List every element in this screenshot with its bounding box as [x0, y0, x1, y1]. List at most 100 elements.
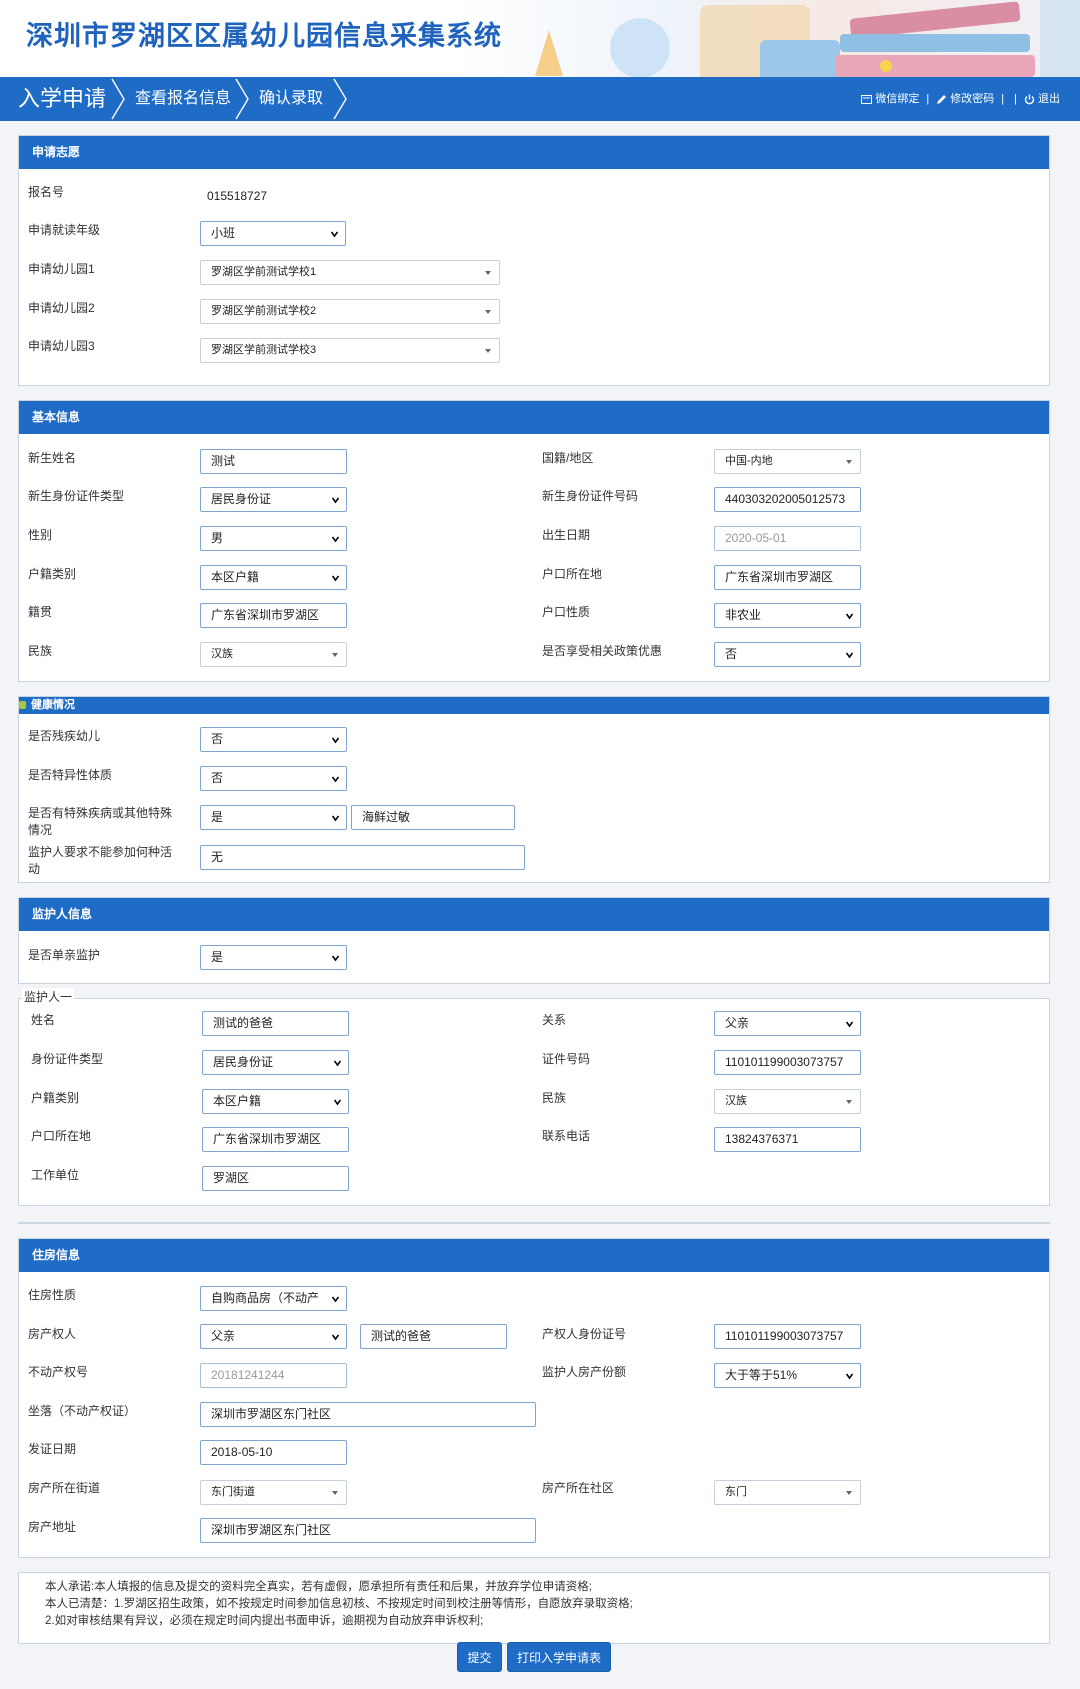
issue-date-label: 发证日期 — [28, 1442, 77, 1456]
property-location-input[interactable]: 深圳市罗湖区东门社区 — [200, 1402, 536, 1427]
section-title: 申请志愿 — [19, 136, 1049, 169]
print-application-button[interactable]: 打印入学申请表 — [507, 1642, 611, 1672]
grade-label: 申请就读年级 — [28, 223, 101, 237]
nav-view-registration[interactable]: 查看报名信息 — [135, 77, 231, 121]
banner-decoration — [610, 18, 670, 77]
owner-id-label: 产权人身份证号 — [542, 1327, 627, 1341]
allergy-label: 是否特异性体质 — [28, 768, 113, 782]
disabled-select[interactable]: 否 — [200, 727, 347, 752]
chevron-down-icon — [331, 231, 338, 238]
property-owner-label: 房产权人 — [28, 1327, 77, 1341]
property-cert-input[interactable]: 20181241244 — [200, 1363, 347, 1388]
chevron-down-icon — [846, 1373, 853, 1380]
special-condition-select[interactable]: 是 — [200, 805, 347, 830]
activity-restriction-input[interactable]: 无 — [200, 845, 525, 870]
relation-select[interactable]: 父亲 — [714, 1011, 861, 1036]
id-type-select[interactable]: 居民身份证 — [200, 487, 347, 512]
chevron-down-icon — [846, 613, 853, 620]
guardian-ethnicity-select[interactable]: 汉族 — [714, 1089, 861, 1114]
chevron-down-icon — [334, 1099, 341, 1106]
guardian-panel: 监护人信息 — [18, 897, 1050, 984]
housing-nature-label: 住房性质 — [28, 1288, 77, 1302]
nationality-label: 国籍/地区 — [542, 451, 594, 465]
caret-down-icon — [332, 1491, 338, 1495]
property-share-label: 监护人房产份额 — [542, 1365, 627, 1379]
policy-label: 是否享受相关政策优惠 — [542, 644, 663, 658]
activity-restriction-label: 监护人要求不能参加何种活动 — [28, 845, 173, 876]
owner-id-input[interactable]: 110101199003073757 — [714, 1324, 861, 1349]
wechat-icon — [861, 94, 873, 104]
id-no-input[interactable]: 440303202005012573 — [714, 487, 861, 512]
guardian-hukou-location-input[interactable]: 广东省深圳市罗湖区 — [202, 1127, 349, 1152]
phone-input[interactable]: 13824376371 — [714, 1127, 861, 1152]
birth-date-input[interactable]: 2020-05-01 — [714, 526, 861, 551]
pencil-icon — [937, 94, 947, 104]
grade-select[interactable]: 小班 — [200, 221, 346, 246]
nav-enrollment[interactable]: 入学申请 — [18, 77, 106, 121]
logout-link[interactable]: 退出 — [1024, 77, 1060, 121]
property-address-input[interactable]: 深圳市罗湖区东门社区 — [200, 1518, 536, 1543]
nationality-select[interactable]: 中国-内地 — [714, 449, 861, 474]
single-parent-select[interactable]: 是 — [200, 945, 347, 970]
hukou-nature-select[interactable]: 非农业 — [714, 603, 861, 628]
chevron-down-icon — [846, 652, 853, 659]
special-condition-label: 是否有特殊疾病或其他特殊情况 — [28, 806, 173, 837]
property-community-label: 房产所在社区 — [542, 1481, 615, 1495]
property-location-label: 坐落（不动产权证） — [28, 1404, 137, 1418]
guardian-hukou-type-select[interactable]: 本区户籍 — [202, 1089, 349, 1114]
child-name-label: 新生姓名 — [28, 451, 77, 465]
native-place-input[interactable]: 广东省深圳市罗湖区 — [200, 603, 347, 628]
hukou-type-select[interactable]: 本区户籍 — [200, 565, 347, 590]
section-title: 基本信息 — [19, 401, 1049, 434]
allergy-select[interactable]: 否 — [200, 766, 347, 791]
property-street-label: 房产所在街道 — [28, 1481, 101, 1495]
phone-label: 联系电话 — [542, 1129, 591, 1143]
issue-date-input[interactable]: 2018-05-10 — [200, 1440, 347, 1465]
section-title: 监护人信息 — [19, 898, 1049, 931]
guardian-id-no-input[interactable]: 110101199003073757 — [714, 1050, 861, 1075]
wechat-bind-link[interactable]: 微信绑定 — [861, 77, 919, 121]
chevron-down-icon — [332, 955, 339, 962]
property-community-select[interactable]: 东门 — [714, 1480, 861, 1505]
gender-select[interactable]: 男 — [200, 526, 347, 551]
change-password-link[interactable]: 修改密码 — [936, 77, 994, 121]
special-condition-input[interactable]: 海鲜过敏 — [351, 805, 515, 830]
ethnicity-select[interactable]: 汉族 — [200, 642, 347, 667]
nav-confirm-admission[interactable]: 确认录取 — [259, 77, 323, 121]
kindergarten2-select[interactable]: 罗湖区学前测试学校2 — [200, 299, 500, 324]
chevron-down-icon — [332, 776, 339, 783]
property-street-select[interactable]: 东门街道 — [200, 1480, 347, 1505]
property-owner-name-input[interactable]: 测试的爸爸 — [360, 1324, 507, 1349]
housing-nature-select[interactable]: 自购商品房（不动产 — [200, 1286, 347, 1311]
guardian-id-type-select[interactable]: 居民身份证 — [202, 1050, 349, 1075]
kindergarten1-select[interactable]: 罗湖区学前测试学校1 — [200, 260, 500, 285]
kindergarten2-label: 申请幼儿园2 — [28, 301, 95, 315]
user-actions: 微信绑定 | 修改密码 | | 退出 — [861, 77, 1060, 121]
property-owner-relation-select[interactable]: 父亲 — [200, 1324, 347, 1349]
property-address-label: 房产地址 — [28, 1520, 77, 1534]
policy-select[interactable]: 否 — [714, 642, 861, 667]
caret-down-icon — [846, 460, 852, 464]
child-name-input[interactable]: 测试 — [200, 449, 347, 474]
chevron-down-icon — [332, 497, 339, 504]
gender-label: 性别 — [28, 528, 53, 542]
kindergarten3-select[interactable]: 罗湖区学前测试学校3 — [200, 338, 500, 363]
guardian1-legend: 监护人一 — [22, 988, 75, 1005]
chevron-down-icon — [332, 815, 339, 822]
notice-line: 2.如对审核结果有异议，必须在规定时间内提出书面申诉，逾期视为自动放弃申诉权利; — [45, 1615, 484, 1627]
property-share-select[interactable]: 大于等于51% — [714, 1363, 861, 1388]
housing-panel: 住房信息 — [18, 1238, 1050, 1558]
work-unit-input[interactable]: 罗湖区 — [202, 1166, 349, 1191]
notice-line: 本人已清楚：1.罗湖区招生政策，如不按规定时间参加信息初核、不按规定时间到校注册… — [45, 1598, 633, 1610]
submit-button[interactable]: 提交 — [457, 1642, 502, 1672]
chevron-down-icon — [332, 575, 339, 582]
reg-no-value: 015518727 — [207, 189, 268, 203]
guardian-name-input[interactable]: 测试的爸爸 — [202, 1011, 349, 1036]
banner-decoration — [835, 55, 1035, 77]
hukou-location-input[interactable]: 广东省深圳市罗湖区 — [714, 565, 861, 590]
guardian-id-type-label: 身份证件类型 — [31, 1052, 104, 1066]
banner-decoration — [840, 34, 1030, 52]
birth-date-label: 出生日期 — [542, 528, 591, 542]
chevron-down-icon — [334, 1060, 341, 1067]
hukou-nature-label: 户口性质 — [542, 605, 591, 619]
